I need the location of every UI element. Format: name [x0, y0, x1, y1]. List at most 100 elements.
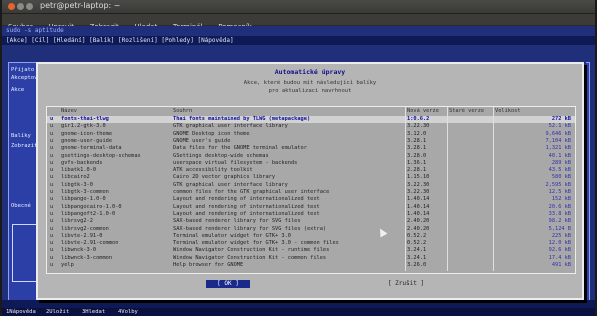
row-summary: GNOME Desktop icon theme	[173, 130, 250, 137]
table-row[interactable]: u libpango-1.0-0 Layout and rendering of i…	[47, 196, 575, 203]
cancel-button[interactable]: [ Zrušit ]	[384, 280, 428, 288]
fkey-search[interactable]: 3Hledat	[82, 309, 105, 315]
table-row[interactable]: u librsvg2-common SAX-based renderer libra…	[47, 226, 575, 233]
row-size: 52.1 kB	[548, 123, 571, 130]
table-row[interactable]: u libwnck-3-common Window Navigator Constr…	[47, 255, 575, 262]
maximize-icon[interactable]	[26, 3, 33, 10]
row-name: libpango-1.0-0	[61, 196, 106, 203]
row-mark: u	[50, 181, 54, 188]
row-name: libgtk-3-common	[61, 189, 109, 195]
column-header: Velikost	[495, 108, 521, 114]
fkey-help[interactable]: 1Nápověda	[6, 309, 36, 315]
row-summary: Layout and rendering of internationalize…	[173, 196, 320, 203]
table-row[interactable]: u libwnck-3-0 Window Navigator Constructio…	[47, 247, 575, 254]
row-size: 152 kB	[551, 196, 571, 203]
row-mark: u	[50, 174, 54, 181]
row-new-version: 3.12.0	[407, 130, 427, 137]
ok-button[interactable]: [ OK ]	[206, 280, 250, 288]
row-new-version: 1:0.6.2	[407, 116, 430, 122]
table-row[interactable]: u libpangocairo-1.0-0 Layout and rendering…	[47, 204, 575, 211]
window-titlebar: petr@petr-laptop: ~	[2, 0, 595, 14]
row-new-version: 0.52.2	[407, 232, 427, 239]
row-size: 289 kB	[551, 159, 571, 166]
row-summary: Thai fonts maintained by TLWG (metapacka…	[173, 116, 311, 122]
row-summary: ATK accessibility toolkit	[173, 167, 253, 174]
fkey-save[interactable]: 2Uložit	[46, 309, 69, 315]
dialog-message: Akce, které budou mít následující balíky	[243, 80, 377, 86]
row-mark: u	[50, 116, 54, 122]
row-new-version: 3.28.0	[407, 152, 427, 159]
table-row[interactable]: u libpangoft2-1.0-0 Layout and rendering o…	[47, 211, 575, 218]
row-name: gsettings-desktop-schemas	[61, 152, 141, 159]
row-summary: Window Navigator Construction Kit - comm…	[173, 254, 327, 261]
row-name: librsvg2-common	[61, 225, 109, 232]
table-row[interactable]: u gir1.2-gtk-3.0 GTK graphical user interf…	[47, 123, 575, 130]
function-key-bar: 1Nápověda 2Uložit 3Hledat 4Volby	[2, 308, 595, 316]
row-mark: u	[50, 159, 54, 166]
row-name: libgtk-3-0	[61, 181, 93, 188]
status-line	[2, 300, 595, 308]
column-header: Nová verze	[407, 108, 439, 114]
table-row[interactable]: u yelp Help browser for GNOME 3.26.0 491 kB	[47, 262, 575, 269]
fkey-options[interactable]: 4Volby	[118, 309, 138, 315]
row-name: libcairo2	[61, 174, 90, 181]
row-mark: u	[50, 130, 54, 137]
row-mark: u	[50, 218, 54, 225]
row-name: libatk1.0-0	[61, 167, 97, 174]
row-summary: common files for the GTK graphical user …	[173, 189, 330, 195]
command-line: sudo -s aptitude	[6, 27, 64, 34]
dialog-title: Automatické úpravy	[274, 68, 346, 76]
table-row[interactable]: u libvte-2.91-common Terminal emulator wid…	[47, 240, 575, 247]
aptitude-menu-text[interactable]: [Akce] [Cíl] [Hledání] [Balík] [Rozlišen…	[6, 37, 234, 44]
row-mark: u	[50, 145, 54, 152]
window-title: petr@petr-laptop: ~	[40, 1, 121, 10]
minimize-icon[interactable]	[17, 3, 24, 10]
table-row[interactable]: u libcairo2 Cairo 2D vector graphics libra…	[47, 174, 575, 181]
row-name: gvfs-backends	[61, 159, 103, 166]
close-icon[interactable]	[8, 3, 15, 10]
row-mark: u	[50, 203, 54, 210]
row-new-version: 3.26.0	[407, 262, 427, 268]
row-name: libvte-2.91-0	[61, 232, 103, 239]
row-new-version: 1.40.14	[407, 196, 430, 203]
table-row[interactable]: u libvte-2.91-0 Terminal emulator widget f…	[47, 233, 575, 240]
row-mark: u	[50, 240, 54, 247]
row-summary: GSettings desktop-wide schemas	[173, 152, 269, 159]
table-row-selected[interactable]: u fonts-thai-tlwg Thai fonts maintained …	[47, 116, 575, 123]
table-row[interactable]: u librsvg2-2 SAX-based renderer library fo…	[47, 218, 575, 225]
table-row[interactable]: u libgtk-3-common common files for the GTK…	[47, 189, 575, 196]
menubar: Soubor Upravit Zobrazit Hledat Terminál …	[2, 14, 595, 31]
table-row[interactable]: u libgtk-3-0 GTK graphical user interface …	[47, 182, 575, 189]
row-mark: u	[50, 247, 54, 254]
row-summary: GNOME user's guide	[173, 137, 231, 144]
row-summary: Help browser for GNOME	[173, 262, 244, 268]
row-summary: GTK graphical user interface library	[173, 123, 288, 130]
table-row[interactable]: u gnome-icon-theme GNOME Desktop icon them…	[47, 131, 575, 138]
row-new-version: 1.15.10	[407, 174, 430, 181]
row-name: libpangoft2-1.0-0	[61, 210, 116, 217]
row-summary: Data files for the GNOME terminal emulat…	[173, 145, 307, 152]
row-summary: userspace virtual filesystem - backends	[173, 159, 298, 166]
left-fragment: Obecné	[11, 203, 31, 209]
row-mark: u	[50, 152, 54, 159]
row-summary: Terminal emulator widget for GTK+ 3.0	[173, 232, 291, 239]
row-size: 43.5 kB	[548, 167, 571, 174]
row-new-version: 2.40.20	[407, 218, 430, 225]
table-row[interactable]: u gnome-user-guide GNOME user's guide 3.28.…	[47, 138, 575, 145]
table-row[interactable]: u gvfs-backends userspace virtual filesyst…	[47, 160, 575, 167]
table-row[interactable]: u libatk1.0-0 ATK accessibility toolkit 2.2…	[47, 167, 575, 174]
row-new-version: 3.22.30	[407, 123, 430, 130]
row-size: 12.5 kB	[548, 189, 571, 195]
row-size: 20.6 kB	[548, 203, 571, 210]
left-fragment: Akce	[11, 87, 25, 93]
table-row[interactable]: u gnome-terminal-data Data files for the G…	[47, 145, 575, 152]
left-fragment: Balíky	[11, 133, 31, 139]
row-new-version: 1.40.14	[407, 210, 430, 217]
row-summary: Cairo 2D vector graphics library	[173, 174, 276, 181]
table-row[interactable]: u gsettings-desktop-schemas GSettings desk…	[47, 153, 575, 160]
row-summary: Layout and rendering of internationalize…	[173, 210, 320, 217]
row-mark: u	[50, 225, 54, 232]
row-name: librsvg2-2	[61, 218, 93, 225]
aptitude-menubar: [Akce] [Cíl] [Hledání] [Balík] [Rozlišen…	[2, 36, 595, 45]
row-size: 580 kB	[551, 174, 571, 181]
